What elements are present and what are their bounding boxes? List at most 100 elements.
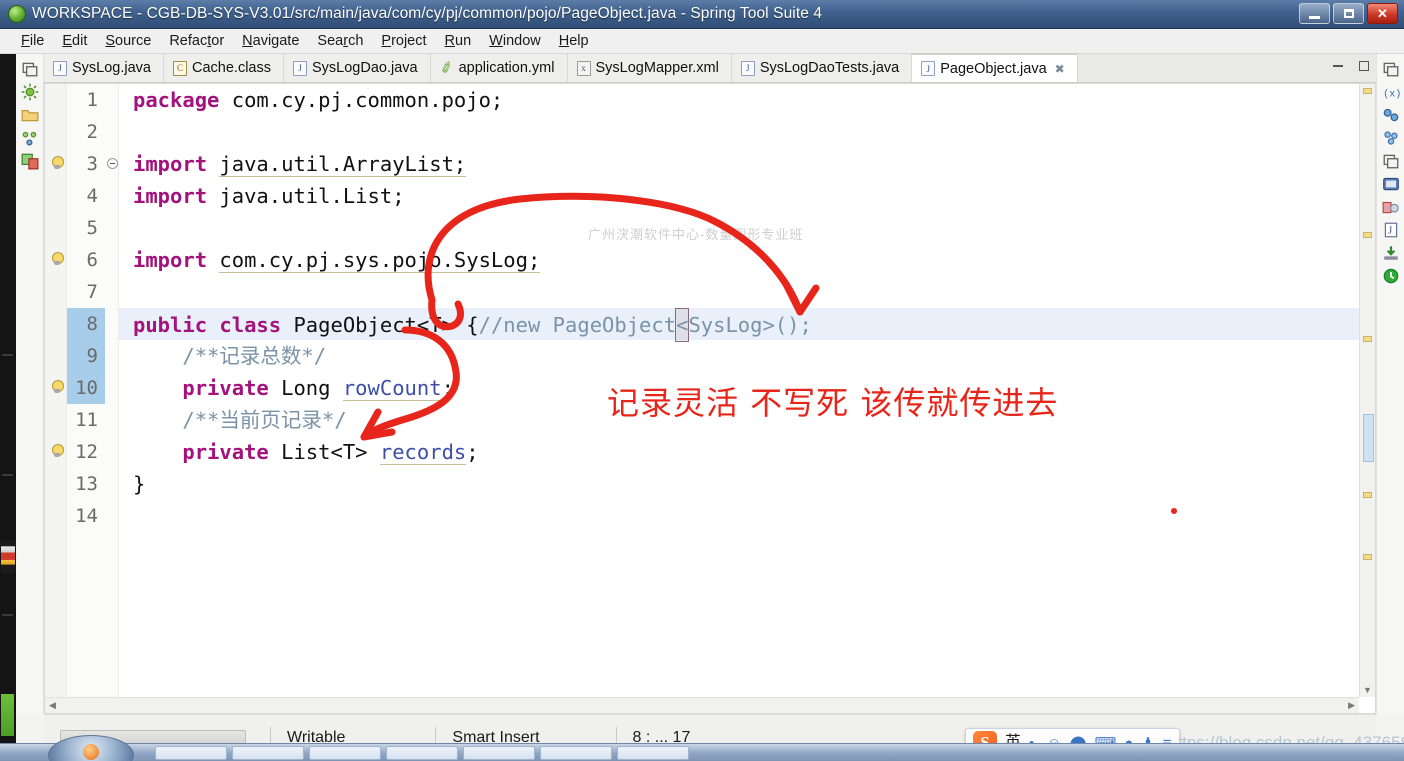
console-icon[interactable] <box>21 152 39 170</box>
code-line[interactable] <box>119 500 1359 532</box>
code-line[interactable]: public class PageObject<T> {//new PageOb… <box>119 308 1359 342</box>
collapse-icon[interactable] <box>107 158 118 169</box>
editor-tab-label: PageObject.java <box>940 60 1047 77</box>
download-icon[interactable] <box>1382 244 1400 262</box>
menu-item-file[interactable]: File <box>12 31 53 51</box>
menu-item-window[interactable]: Window <box>480 31 550 51</box>
code-line[interactable]: } <box>119 468 1359 500</box>
breakpoints-icon[interactable] <box>1382 106 1400 124</box>
overview-marker[interactable] <box>1363 492 1372 498</box>
svg-text:J: J <box>1388 225 1392 236</box>
variables-icon[interactable]: (x)= <box>1382 83 1400 101</box>
javadoc-icon[interactable]: J <box>1382 221 1400 239</box>
menu-item-search[interactable]: Search <box>308 31 372 51</box>
quick-fix-bulb-icon[interactable] <box>50 156 64 171</box>
menu-item-project[interactable]: Project <box>372 31 435 51</box>
overview-marker[interactable] <box>1363 336 1372 342</box>
editor-tab-label: SysLogDaoTests.java <box>759 60 900 76</box>
taskbar-item[interactable] <box>386 745 458 760</box>
folding-row <box>105 468 118 500</box>
code-line[interactable] <box>119 116 1359 148</box>
taskbar-item[interactable] <box>309 745 381 760</box>
expressions-icon[interactable] <box>1382 129 1400 147</box>
java-file-icon: J <box>292 60 307 76</box>
quick-fix-bulb-icon[interactable] <box>50 252 64 267</box>
editor-tab-syslog-java[interactable]: J SysLog.java <box>44 54 164 82</box>
menu-item-refactor[interactable]: Refactor <box>160 31 233 51</box>
package-explorer-icon[interactable] <box>21 106 39 124</box>
code-line[interactable]: import com.cy.pj.sys.pojo.SysLog; <box>119 244 1359 276</box>
scroll-down-icon[interactable]: ▼ <box>1360 683 1375 697</box>
java-file-icon: J <box>740 60 755 76</box>
editor-maximize-button[interactable] <box>1354 57 1374 75</box>
editor-tab-label: SysLogMapper.xml <box>595 60 719 76</box>
minimize-button[interactable] <box>1299 3 1330 24</box>
code-line[interactable]: /**记录总数*/ <box>119 340 1359 372</box>
yaml-file-icon: ✐ <box>438 58 456 79</box>
gutter-marker-row <box>45 404 66 436</box>
screen: WORKSPACE - CGB-DB-SYS-V3.01/src/main/ja… <box>0 0 1404 761</box>
code-area-watermark: 广州涋潮软件中心-数量图形专业班 <box>588 227 804 242</box>
problems-icon[interactable] <box>1382 198 1400 216</box>
editor-tab-label: SysLog.java <box>72 60 151 76</box>
taskbar-item[interactable] <box>232 745 304 760</box>
taskbar-item[interactable] <box>463 745 535 760</box>
overview-marker[interactable] <box>1363 554 1372 560</box>
code-line[interactable]: private List<T> records; <box>119 436 1359 468</box>
editor-tab-syslogdaotests-java[interactable]: J SysLogDaoTests.java <box>731 54 913 82</box>
line-number: 6 <box>86 249 98 271</box>
menu-item-navigate[interactable]: Navigate <box>233 31 308 51</box>
terminal-icon[interactable] <box>1382 175 1400 193</box>
scroll-right-icon[interactable]: ▶ <box>1344 700 1359 711</box>
menu-item-run[interactable]: Run <box>436 31 481 51</box>
editor-tab-pageobject-java[interactable]: J PageObject.java ✖ <box>912 53 1078 82</box>
taskbar-item[interactable] <box>540 745 612 760</box>
tab-close-icon[interactable]: ✖ <box>1055 62 1065 76</box>
editor-tab-bar: J SysLog.java C Cache.class J SysLogDao.java ✐… <box>44 53 1376 83</box>
outline-view-icon[interactable] <box>1382 152 1400 170</box>
menu-item-edit[interactable]: Edit <box>53 31 96 51</box>
window-title: WORKSPACE - CGB-DB-SYS-V3.01/src/main/ja… <box>32 5 823 22</box>
vertical-scroll-thumb[interactable] <box>1363 414 1374 462</box>
code-line[interactable]: import java.util.ArrayList; <box>119 148 1359 180</box>
window-titlebar: WORKSPACE - CGB-DB-SYS-V3.01/src/main/ja… <box>0 0 1404 29</box>
sync-icon[interactable] <box>1382 267 1400 285</box>
code-token: private <box>182 376 269 400</box>
editor-minimize-button[interactable] <box>1328 57 1348 75</box>
menu-item-source[interactable]: Source <box>96 31 160 51</box>
line-number: 9 <box>67 340 105 372</box>
line-number: 2 <box>86 121 98 143</box>
scroll-left-icon[interactable]: ◀ <box>45 700 60 711</box>
editor-horizontal-scrollbar[interactable]: ◀ ▶ <box>45 697 1359 713</box>
code-token: } <box>133 472 146 496</box>
editor-tab-syslogdao-java[interactable]: J SysLogDao.java <box>283 54 431 82</box>
overview-marker[interactable] <box>1363 88 1372 94</box>
editor-tab-cache-class[interactable]: C Cache.class <box>164 54 284 82</box>
menu-item-help[interactable]: Help <box>550 31 598 51</box>
maximize-button[interactable] <box>1333 3 1364 24</box>
java-file-icon: J <box>921 61 936 76</box>
quick-fix-bulb-icon[interactable] <box>50 444 64 459</box>
taskbar-item[interactable] <box>155 745 227 760</box>
close-button[interactable]: ✕ <box>1367 3 1398 24</box>
editor-tab-syslogmapper-xml[interactable]: x SysLogMapper.xml <box>567 54 732 82</box>
editor-vertical-scrollbar[interactable]: ▲ ▼ <box>1359 84 1375 697</box>
gutter-marker-row <box>45 84 66 116</box>
svg-text:(x)=: (x)= <box>1383 89 1400 101</box>
gutter-marker-row <box>45 340 66 372</box>
outline-icon[interactable] <box>21 129 39 147</box>
quick-fix-bulb-icon[interactable] <box>50 380 64 395</box>
code-line[interactable]: package com.cy.pj.common.pojo; <box>119 84 1359 116</box>
editor-tab-application-yml[interactable]: ✐ application.yml <box>430 54 568 82</box>
taskbar-item[interactable] <box>617 745 689 760</box>
restore-perspective-icon[interactable] <box>1382 60 1400 78</box>
editor-maximize-icon <box>1359 61 1369 71</box>
rail-divider <box>2 614 13 616</box>
perspective-icon[interactable] <box>21 60 39 78</box>
spring-boot-dashboard-icon[interactable] <box>21 83 39 101</box>
qq-messenger-icon[interactable] <box>1 540 15 574</box>
overview-marker[interactable] <box>1363 232 1372 238</box>
code-line[interactable]: import java.util.List; <box>119 180 1359 212</box>
code-line[interactable] <box>119 276 1359 308</box>
green-app-icon[interactable] <box>1 694 14 736</box>
